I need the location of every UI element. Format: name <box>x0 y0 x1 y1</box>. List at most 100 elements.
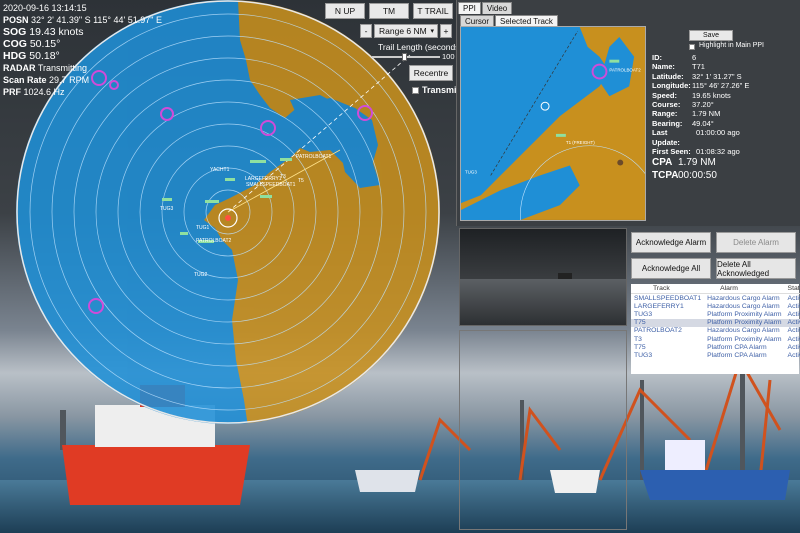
acknowledge-alarm-button[interactable]: Acknowledge Alarm <box>631 232 711 253</box>
alarm-cell-state: Active <box>787 310 800 318</box>
target-label-yacht1: YACHT1 <box>210 167 230 173</box>
alarm-cell-state: Active <box>787 335 800 343</box>
tcpa-label: TCPA <box>652 170 679 182</box>
name-label: Name: <box>652 62 675 72</box>
true-motion-button[interactable]: TM <box>369 3 409 19</box>
alarm-row[interactable]: SMALLSPEEDBOAT1 Hazardous Cargo Alarm Acti… <box>631 294 800 303</box>
cog-label: COG <box>3 38 27 50</box>
alarm-cell-track: TUG3 <box>634 351 653 359</box>
mini-label-t1: T1 (FREIGHT) <box>566 140 595 145</box>
alarm-cell-track: TUG3 <box>634 310 653 318</box>
alarm-cell-alarm: Hazardous Cargo Alarm <box>707 294 780 302</box>
trail-length-value: 100 <box>442 52 455 61</box>
save-button[interactable]: Save <box>689 30 733 41</box>
course-label: Course: <box>652 100 681 110</box>
transmit-checkbox[interactable] <box>412 87 419 94</box>
highlight-label: Highlight in Main PPI <box>699 42 764 49</box>
trail-length-slider[interactable] <box>372 53 440 61</box>
column-header-track[interactable]: Track <box>631 284 705 294</box>
alarm-row[interactable]: T3 Platform Proximity Alarm Active <box>631 335 800 343</box>
alarm-cell-alarm: Hazardous Cargo Alarm <box>707 327 780 335</box>
alarm-row[interactable]: LARGEFERRY1 Hazardous Cargo Alarm Active <box>631 302 800 310</box>
speed-value: 19.65 knots <box>692 90 731 100</box>
target-label-tug1: TUG1 <box>196 225 210 231</box>
tab-ppi[interactable]: PPI <box>458 2 481 14</box>
mini-label-tug3: TUG3 <box>465 169 477 174</box>
delete-all-acknowledged-button[interactable]: Delete All Acknowledged <box>716 258 796 279</box>
name-value: T71 <box>692 62 705 72</box>
alarm-cell-track: T75 <box>634 343 646 351</box>
trail-length-label: Trail Length (seconds): <box>378 42 465 52</box>
range-value: Range 6 NM <box>379 26 427 36</box>
bearing-label: Bearing: <box>652 118 683 128</box>
cog-value: 50.15° <box>29 38 61 50</box>
alarm-cell-track: LARGEFERRY1 <box>634 302 684 310</box>
range-label: Range: <box>652 109 678 119</box>
range-increase-button[interactable]: + <box>440 24 452 38</box>
camera-feed-daylight[interactable] <box>459 330 627 530</box>
sog-label: SOG <box>3 26 27 38</box>
scan-rate-value: 29.7 RPM <box>49 75 90 85</box>
alarm-cell-state: Active <box>787 294 800 302</box>
tab-video[interactable]: Video <box>481 2 513 14</box>
alarm-row[interactable]: TUG3 Platform Proximity Alarm Active <box>631 310 800 318</box>
prf-value: 1024.6 Hz <box>23 87 65 97</box>
target-label-smallspeedboat1: SMALLSPEEDBOAT1 <box>246 182 296 188</box>
alarm-row[interactable]: T75Platform Proximity AlarmActive <box>631 318 800 327</box>
column-header-state[interactable]: State <box>784 284 800 294</box>
last-update-label: Last Update: <box>652 128 680 147</box>
latitude-value: 32° 1' 31.27" S <box>692 71 742 81</box>
scan-rate-label: Scan Rate <box>3 75 47 85</box>
prf-label: PRF <box>3 87 21 97</box>
delete-alarm-button[interactable]: Delete Alarm <box>716 232 796 253</box>
range-select[interactable]: Range 6 NM ▾ <box>374 24 438 38</box>
cpa-label: CPA <box>652 157 673 169</box>
acknowledge-all-button[interactable]: Acknowledge All <box>631 258 711 279</box>
camera-feed-thermal[interactable] <box>459 228 627 326</box>
target-label-tug2: TUG2 <box>194 272 208 278</box>
target-label-patrolboat2: PATROLBOAT2 <box>196 238 232 244</box>
alarm-cell-state: Active <box>787 302 800 310</box>
alarm-cell-alarm: Platform Proximity Alarm <box>707 310 782 318</box>
alarm-cell-alarm: Platform CPA Alarm <box>707 351 767 359</box>
course-value: 37.20° <box>692 100 714 110</box>
alarm-row[interactable]: TUG3 Platform CPA Alarm Active <box>631 351 800 359</box>
latitude-label: Latitude: <box>652 71 684 81</box>
north-up-button[interactable]: N UP <box>325 3 365 19</box>
alarm-cell-track: T75 <box>631 318 705 327</box>
target-label-largeferry1: LARGEFERRY1 <box>245 176 282 182</box>
range-info-value: 1.79 NM <box>692 109 721 119</box>
transmit-label: Transmit <box>422 85 460 95</box>
id-value: 6 <box>692 53 697 62</box>
track-info: ID: 6 Name: T71 Latitude: 32° 1' 31.27" S L… <box>652 53 797 182</box>
sog-value: 19.43 knots <box>29 26 84 38</box>
highlight-checkbox[interactable] <box>689 44 695 50</box>
alarm-cell-track: SMALLSPEEDBOAT1 <box>634 294 702 302</box>
first-seen-label: First Seen: <box>652 147 691 157</box>
target-label-patrolboat1: PATROLBOAT1 <box>296 154 332 160</box>
alarm-table[interactable]: Track Alarm State SMALLSPEEDBOAT1 Hazardo… <box>631 284 800 374</box>
recentre-button[interactable]: Recentre <box>409 65 453 81</box>
target-label-t5: T5 <box>298 178 304 184</box>
range-decrease-button[interactable]: - <box>360 24 372 38</box>
alarm-cell-alarm: Platform Proximity Alarm <box>704 318 785 327</box>
alarm-cell-track: PATROLBOAT2 <box>634 327 682 335</box>
alarm-cell-state: Active <box>787 327 800 335</box>
true-trail-button[interactable]: T TRAIL <box>413 3 453 19</box>
mini-label-patrolboat2: PATROLBOAT2 <box>609 68 641 73</box>
radar-label: RADAR <box>3 63 36 73</box>
bearing-value: 49.04° <box>692 118 714 128</box>
selected-track-mini-ppi[interactable]: PATROLBOAT2 T1 (FREIGHT) TUG3 <box>460 26 646 221</box>
alarm-cell-state: Active <box>784 318 800 327</box>
column-header-alarm[interactable]: Alarm <box>704 284 785 294</box>
alarm-cell-alarm: Platform CPA Alarm <box>707 343 767 351</box>
alarm-row[interactable]: PATROLBOAT2 Hazardous Cargo Alarm Active <box>631 327 800 335</box>
alarm-row[interactable]: T75 Platform CPA Alarm Active <box>631 343 800 351</box>
trail-slider-thumb[interactable] <box>402 53 407 61</box>
alarm-cell-alarm: Hazardous Cargo Alarm <box>707 302 780 310</box>
right-panel: PPI Video Cursor Selected Track PATROLBO… <box>456 0 800 533</box>
datetime-readout: 2020-09-16 13:14:15 <box>3 3 87 13</box>
tcpa-value: 00:00:50 <box>678 170 717 182</box>
posn-label: POSN <box>3 15 29 25</box>
alarm-cell-alarm: Platform Proximity Alarm <box>707 335 782 343</box>
